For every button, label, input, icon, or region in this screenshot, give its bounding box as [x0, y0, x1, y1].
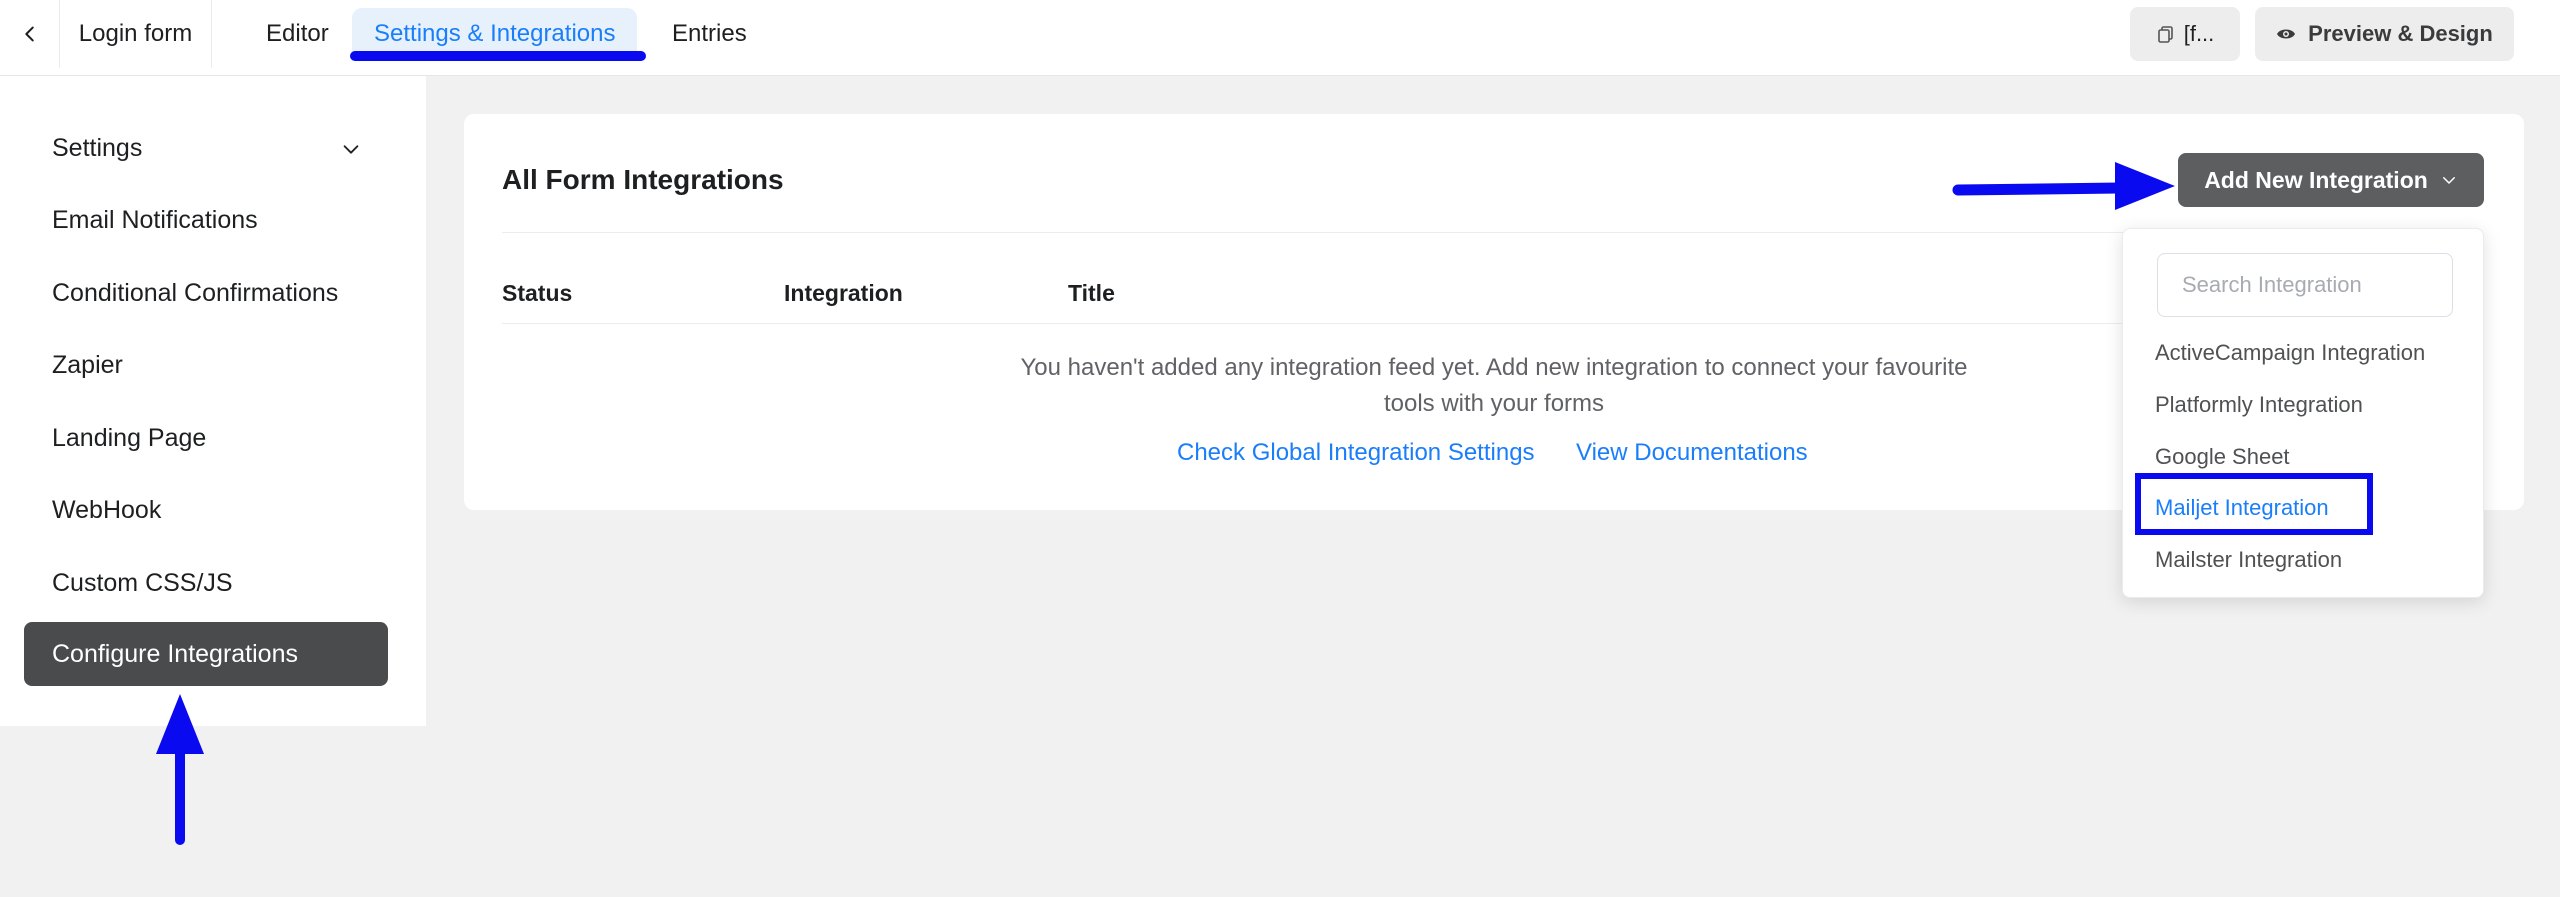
tab-entries[interactable]: Entries — [650, 8, 769, 60]
sidebar-item-label: Settings — [52, 133, 143, 162]
chevron-down-icon — [343, 145, 359, 154]
column-header-status: Status — [502, 280, 573, 306]
empty-state-message: You haven't added any integration feed y… — [1020, 354, 1968, 417]
sidebar-item-label: Email Notifications — [52, 205, 258, 234]
shortcode-label: [f... — [2183, 21, 2215, 46]
top-bar: Login form Editor Settings & Integration… — [0, 0, 2560, 76]
chevron-down-icon — [2442, 177, 2455, 184]
sidebar-item-custom-css-js[interactable]: Custom CSS/JS — [24, 551, 388, 615]
sidebar-item-label: Configure Integrations — [52, 639, 298, 668]
sidebar-item-label: Zapier — [52, 350, 123, 379]
column-header-integration: Integration — [784, 280, 903, 306]
sidebar-item-configure-integrations[interactable]: Configure Integrations — [24, 622, 388, 686]
tab-editor[interactable]: Editor — [244, 8, 351, 60]
dropdown-item-google-sheet[interactable]: Google Sheet — [2155, 444, 2290, 470]
preview-label: Preview & Design — [2308, 21, 2493, 46]
column-header-title: Title — [1068, 280, 1115, 306]
integration-dropdown: ActiveCampaign Integration Platformly In… — [2122, 228, 2484, 598]
sidebar-item-label: Custom CSS/JS — [52, 568, 233, 597]
page-title: All Form Integrations — [502, 164, 784, 195]
annotation-arrow-right — [1952, 162, 2175, 210]
add-new-integration-button[interactable]: Add New Integration — [2178, 153, 2484, 207]
sidebar-item-email-notifications[interactable]: Email Notifications — [24, 188, 388, 252]
annotation-arrow-up — [156, 694, 204, 845]
chevron-left-icon — [24, 26, 34, 42]
sidebar-item-label: Landing Page — [52, 423, 207, 452]
divider — [502, 323, 2402, 324]
shortcode-copy-button[interactable]: [f... — [2130, 7, 2240, 61]
sidebar-item-webhook[interactable]: WebHook — [24, 478, 388, 542]
sidebar-item-label: Conditional Confirmations — [52, 278, 339, 307]
global-integration-settings-link[interactable]: Check Global Integration Settings — [1177, 439, 1535, 467]
dropdown-item-activecampaign[interactable]: ActiveCampaign Integration — [2155, 340, 2425, 366]
copy-icon — [2157, 26, 2173, 43]
dropdown-item-platformly[interactable]: Platformly Integration — [2155, 392, 2363, 418]
sidebar-item-landing-page[interactable]: Landing Page — [24, 406, 388, 470]
dropdown-item-mailster[interactable]: Mailster Integration — [2155, 547, 2342, 573]
sidebar-item-zapier[interactable]: Zapier — [24, 333, 388, 397]
back-button[interactable] — [0, 0, 60, 68]
sidebar-item-settings[interactable]: Settings — [24, 116, 388, 180]
settings-sidebar: Settings Email Notifications Conditional… — [0, 76, 426, 726]
preview-design-button[interactable]: Preview & Design — [2255, 7, 2514, 61]
divider — [502, 232, 2402, 233]
annotation-underline — [350, 51, 646, 61]
annotation-highlight-box — [2135, 473, 2373, 535]
add-new-integration-label: Add New Integration — [2204, 166, 2428, 193]
form-title: Login form — [60, 0, 212, 68]
sidebar-item-conditional-confirmations[interactable]: Conditional Confirmations — [24, 261, 388, 325]
eye-icon — [2277, 29, 2296, 39]
sidebar-item-label: WebHook — [52, 495, 162, 524]
search-integration-input[interactable] — [2157, 253, 2453, 317]
view-documentations-link[interactable]: View Documentations — [1576, 439, 1808, 467]
